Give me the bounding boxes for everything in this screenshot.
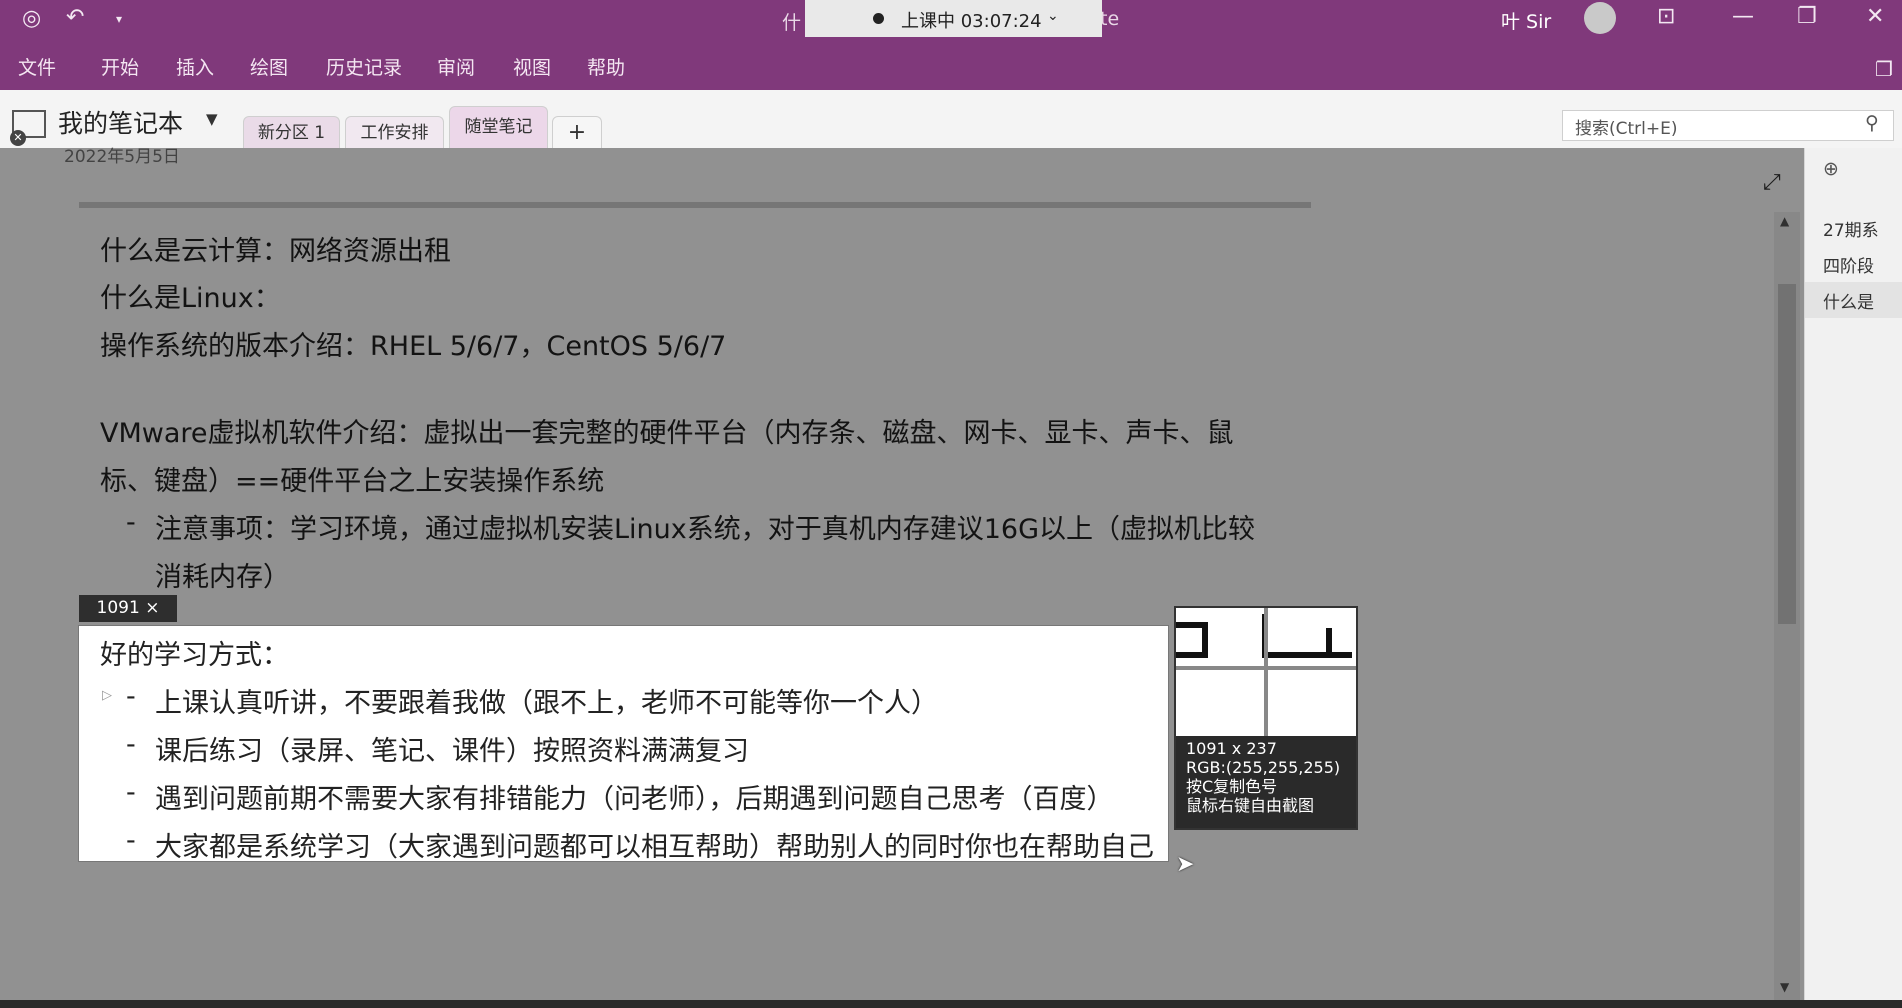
- capture-copy-hint: 按C复制色号: [1186, 777, 1278, 796]
- page-list-item[interactable]: 27期系: [1823, 216, 1879, 241]
- page-list-pane: ⊕ 27期系 四阶段 什么是: [1804, 148, 1902, 1000]
- note-bullet[interactable]: 注意事项：学习环境，通过虚拟机安装Linux系统，对于真机内存建议16G以上（虚…: [155, 507, 1255, 546]
- study-item[interactable]: 大家都是系统学习（大家遇到问题都可以相互帮助）帮助别人的同时你也在帮助自己: [155, 825, 1154, 864]
- magnified-pixels: [1176, 608, 1356, 736]
- scroll-up-icon[interactable]: ▲: [1780, 214, 1789, 228]
- tab-file[interactable]: 文件: [18, 53, 56, 80]
- note-bullet-continuation[interactable]: 消耗内存）: [155, 555, 290, 594]
- recording-time: 上课中 03:07:24: [901, 11, 1042, 32]
- capture-info-panel: 1091 x 237 RGB:(255,255,255) 按C复制色号 鼠标右键…: [1176, 736, 1356, 828]
- scroll-down-icon[interactable]: ▼: [1780, 980, 1789, 994]
- study-item[interactable]: 遇到问题前期不需要大家有排错能力（问老师），后期遇到问题自己思考（百度）: [155, 777, 1114, 816]
- sync-error-icon: ✕: [10, 130, 26, 146]
- add-icon: +: [567, 120, 587, 145]
- notebook-dropdown-icon[interactable]: ▼: [206, 110, 218, 128]
- tab-review[interactable]: 审阅: [437, 53, 475, 80]
- app-icon: ◎: [22, 6, 42, 31]
- search-input[interactable]: 搜索(Ctrl+E): [1575, 114, 1678, 139]
- close-icon[interactable]: ✕: [1866, 6, 1884, 28]
- bullet-dash: -: [126, 729, 136, 760]
- bullet-dash: -: [126, 825, 136, 856]
- minimize-icon[interactable]: —: [1732, 6, 1754, 28]
- customize-quick-access-icon[interactable]: ▾: [116, 8, 122, 30]
- section-tab-label: 工作安排: [360, 123, 429, 143]
- undo-icon[interactable]: ↶: [66, 7, 84, 29]
- mouse-cursor-icon: ➤: [1176, 852, 1195, 877]
- section-tab-label: 随堂笔记: [464, 117, 533, 137]
- section-tab-3-active[interactable]: 随堂笔记: [449, 106, 548, 149]
- chevron-down-icon: ⌄: [1047, 8, 1059, 24]
- capture-size-text: 1091 x 237: [1186, 739, 1277, 758]
- bullet-dash: -: [126, 681, 136, 712]
- section-tab-label: 新分区 1: [257, 123, 326, 143]
- tab-view[interactable]: 视图: [513, 53, 551, 80]
- study-item[interactable]: 上课认真听讲，不要跟着我做（跟不上，老师不可能等你一个人）: [155, 681, 938, 720]
- vertical-scrollbar[interactable]: ▲ ▼: [1774, 212, 1800, 1002]
- container-handle[interactable]: [79, 202, 1311, 208]
- bullet-dash: -: [126, 507, 136, 538]
- capture-dimension-badge: 1091 × 237: [79, 595, 177, 645]
- page-list-item[interactable]: 四阶段: [1823, 252, 1874, 277]
- taskbar-edge: [0, 1000, 1902, 1008]
- window-title-fragment: 什: [782, 12, 802, 34]
- tab-draw[interactable]: 绘图: [250, 53, 288, 80]
- recording-indicator[interactable]: 上课中 03:07:24 ⌄: [805, 0, 1102, 38]
- section-tab-1[interactable]: 新分区 1: [243, 116, 340, 149]
- tab-home[interactable]: 开始: [101, 53, 139, 80]
- user-avatar[interactable]: [1584, 2, 1616, 34]
- section-tab-2[interactable]: 工作安排: [345, 116, 444, 149]
- add-page-icon[interactable]: ⊕: [1823, 158, 1839, 180]
- note-line[interactable]: 操作系统的版本介绍：RHEL 5/6/7，CentOS 5/6/7: [100, 324, 726, 363]
- capture-rgb-text: RGB:(255,255,255): [1186, 758, 1341, 777]
- capture-selection[interactable]: 好的学习方式： ▷ - 上课认真听讲，不要跟着我做（跟不上，老师不可能等你一个人…: [78, 625, 1169, 864]
- bullet-dash: -: [126, 777, 136, 808]
- record-dot-icon: [873, 13, 884, 24]
- study-item[interactable]: 课后练习（录屏、笔记、课件）按照资料满满复习: [155, 729, 749, 768]
- add-section-button[interactable]: +: [552, 116, 602, 149]
- sticky-notes-icon[interactable]: ❐: [1875, 57, 1893, 81]
- full-page-view-icon[interactable]: ⤢: [1763, 170, 1781, 195]
- notebook-name[interactable]: 我的笔记本: [58, 104, 183, 140]
- search-box[interactable]: 搜索(Ctrl+E) ⚲: [1562, 110, 1894, 141]
- paragraph-handle-icon[interactable]: ▷: [102, 688, 112, 703]
- tab-history[interactable]: 历史记录: [326, 53, 402, 80]
- capture-rightclick-hint: 鼠标右键自由截图: [1186, 796, 1315, 815]
- restore-icon[interactable]: ❐: [1797, 6, 1817, 28]
- page-date: 2022年5月5日: [64, 147, 180, 167]
- window-title-suffix: te: [1100, 8, 1120, 30]
- note-line[interactable]: 标、键盘）==硬件平台之上安装操作系统: [100, 459, 604, 498]
- note-line[interactable]: 什么是云计算：网络资源出租: [100, 229, 451, 268]
- search-icon[interactable]: ⚲: [1865, 112, 1879, 134]
- page-list-item[interactable]: 什么是: [1823, 288, 1874, 313]
- scrollbar-thumb[interactable]: [1778, 284, 1796, 624]
- user-name[interactable]: 叶 Sir: [1501, 7, 1551, 34]
- note-line[interactable]: 什么是Linux：: [100, 276, 281, 315]
- tab-insert[interactable]: 插入: [176, 53, 214, 80]
- note-line[interactable]: VMware虚拟机软件介绍：虚拟出一套完整的硬件平台（内存条、磁盘、网卡、显卡、…: [100, 411, 1234, 450]
- ribbon-display-options-icon[interactable]: ⊡: [1657, 6, 1675, 28]
- tab-help[interactable]: 帮助: [587, 53, 625, 80]
